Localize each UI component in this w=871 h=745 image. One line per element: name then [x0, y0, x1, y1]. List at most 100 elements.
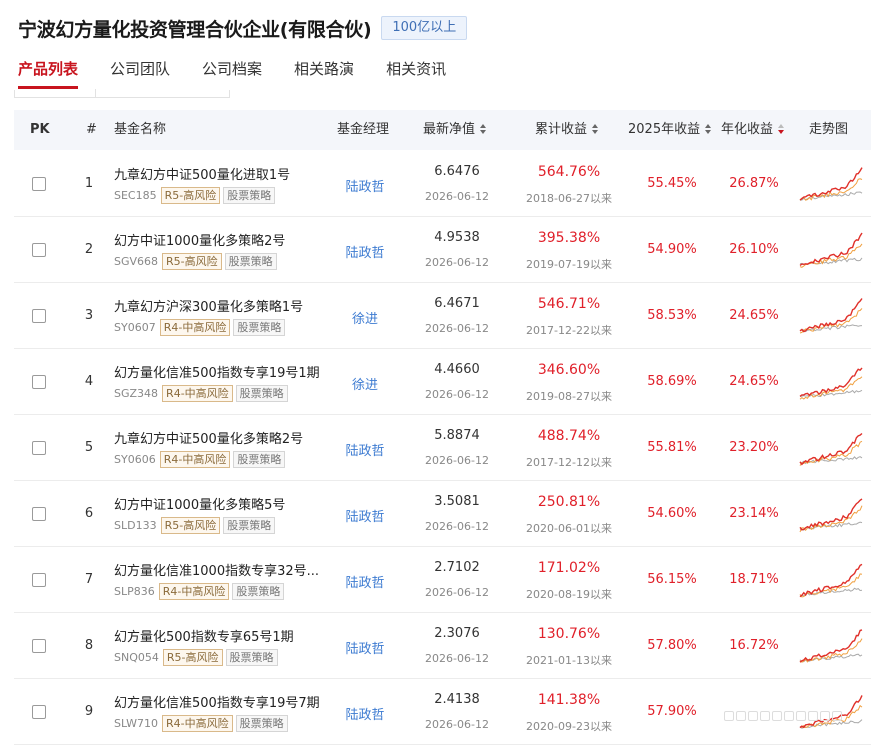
- compare-checkbox[interactable]: [32, 177, 46, 191]
- trend-sparkline[interactable]: [798, 291, 864, 335]
- fund-manager-link[interactable]: 陆政哲: [334, 176, 396, 195]
- compare-checkbox[interactable]: [32, 243, 46, 257]
- fund-name-link[interactable]: 幻方量化500指数专享65号1期: [114, 626, 294, 645]
- row-index: 6: [84, 506, 94, 521]
- table-row[interactable]: 8 幻方量化500指数专享65号1期 SNQ054 R5-高风险 股票策略 陆政哲 2.30…: [14, 613, 871, 679]
- trend-sparkline[interactable]: [798, 687, 864, 731]
- trend-sparkline[interactable]: [798, 423, 864, 467]
- compare-checkbox[interactable]: [32, 705, 46, 719]
- column-header-nav[interactable]: 最新净值: [423, 110, 487, 150]
- annualized-return: 23.14%: [729, 506, 779, 521]
- fund-manager-link[interactable]: 徐进: [334, 374, 396, 393]
- column-header-ytd-label: 2025年收益: [628, 122, 701, 137]
- column-header-annualized[interactable]: 年化收益: [721, 110, 785, 150]
- latest-nav: 6.4671: [434, 296, 480, 311]
- strategy-badge: 股票策略: [235, 385, 288, 402]
- risk-level-badge: R4-中高风险: [159, 319, 231, 336]
- strategy-badge: 股票策略: [232, 583, 285, 600]
- company-title: 宁波幻方量化投资管理合伙企业(有限合伙): [18, 18, 372, 41]
- compare-checkbox[interactable]: [32, 639, 46, 653]
- fund-code: SLP836: [114, 585, 155, 598]
- row-index: 9: [84, 704, 94, 719]
- index-line: [799, 573, 863, 598]
- since-date: 2020-09-23以来: [526, 720, 612, 733]
- column-header-pk: PK: [30, 122, 50, 137]
- table-row[interactable]: 5 九章幻方中证500量化多策略2号 SY0606 R4-中高风险 股票策略 陆政哲 5.8…: [14, 415, 871, 481]
- fund-tags: SLW710 R4-中高风险 股票策略: [114, 715, 288, 732]
- fund-name-link[interactable]: 九章幻方中证500量化多策略2号: [114, 428, 303, 447]
- fund-nav-line: [799, 232, 863, 266]
- fund-name-link[interactable]: 幻方量化信准500指数专享19号1期: [114, 362, 320, 381]
- cumulative-return: 130.76%: [537, 626, 601, 642]
- since-date: 2018-06-27以来: [526, 192, 612, 205]
- fund-manager-link[interactable]: 陆政哲: [334, 638, 396, 657]
- fund-manager-link[interactable]: 陆政哲: [334, 440, 396, 459]
- tab-news[interactable]: 相关资讯: [386, 56, 446, 92]
- fund-name-link[interactable]: 九章幻方中证500量化进取1号: [114, 164, 290, 183]
- compare-checkbox[interactable]: [32, 573, 46, 587]
- fund-manager-link[interactable]: 陆政哲: [334, 506, 396, 525]
- row-index: 5: [84, 440, 94, 455]
- fund-name-link[interactable]: 幻方量化信准1000指数专享32号...: [114, 560, 319, 579]
- since-date: 2020-08-19以来: [526, 588, 612, 601]
- tab-company-profile[interactable]: 公司档案: [202, 56, 262, 92]
- tab-roadshows[interactable]: 相关路演: [294, 56, 354, 92]
- fund-tags: SGV668 R5-高风险 股票策略: [114, 253, 277, 270]
- fund-code: SEC185: [114, 189, 157, 202]
- strategy-badge: 股票策略: [225, 649, 278, 666]
- risk-level-badge: R5-高风险: [162, 649, 223, 666]
- risk-level-badge: R4-中高风险: [161, 715, 233, 732]
- fund-manager-link[interactable]: 徐进: [334, 308, 396, 327]
- compare-checkbox[interactable]: [32, 507, 46, 521]
- trend-sparkline[interactable]: [798, 489, 864, 533]
- trend-sparkline[interactable]: [798, 555, 864, 599]
- watermark-placeholder: [724, 711, 844, 721]
- benchmark-line: [799, 521, 863, 531]
- ytd-return: 55.81%: [647, 440, 697, 455]
- fund-manager-link[interactable]: 陆政哲: [334, 572, 396, 591]
- risk-level-badge: R4-中高风险: [162, 385, 233, 402]
- index-line: [799, 308, 863, 334]
- tab-bar: 产品列表 公司团队 公司档案 相关路演 相关资讯: [18, 56, 478, 92]
- table-row[interactable]: 4 幻方量化信准500指数专享19号1期 SGZ348 R4-中高风险 股票策略 徐进 4.…: [14, 349, 871, 415]
- row-index: 8: [84, 638, 94, 653]
- fund-name-link[interactable]: 幻方中证1000量化多策略5号: [114, 494, 285, 513]
- ytd-return: 58.69%: [647, 374, 697, 389]
- since-date: 2021-01-13以来: [526, 654, 612, 667]
- column-header-cumulative[interactable]: 累计收益: [535, 110, 599, 150]
- annualized-return: 18.71%: [729, 572, 779, 587]
- nav-date: 2026-06-12: [425, 652, 489, 665]
- latest-nav: 4.9538: [434, 230, 480, 245]
- fund-name-link[interactable]: 幻方中证1000量化多策略2号: [114, 230, 285, 249]
- table-row[interactable]: 1 九章幻方中证500量化进取1号 SEC185 R5-高风险 股票策略 陆政哲 6.647…: [14, 151, 871, 217]
- latest-nav: 2.3076: [434, 626, 480, 641]
- table-row[interactable]: 7 幻方量化信准1000指数专享32号... SLP836 R4-中高风险 股票策略 陆政…: [14, 547, 871, 613]
- compare-checkbox[interactable]: [32, 441, 46, 455]
- compare-checkbox[interactable]: [32, 309, 46, 323]
- row-index: 7: [84, 572, 94, 587]
- table-row[interactable]: 6 幻方中证1000量化多策略5号 SLD133 R5-高风险 股票策略 陆政哲 3.508…: [14, 481, 871, 547]
- fund-code: SLD133: [114, 519, 157, 532]
- trend-sparkline[interactable]: [798, 357, 864, 401]
- annualized-return: 24.65%: [729, 308, 779, 323]
- fund-name-link[interactable]: 九章幻方沪深300量化多策略1号: [114, 296, 303, 315]
- aum-size-badge: 100亿以上: [381, 16, 468, 40]
- strategy-badge: 股票策略: [235, 715, 288, 732]
- since-date: 2020-06-01以来: [526, 522, 612, 535]
- cumulative-return: 141.38%: [537, 692, 601, 708]
- trend-sparkline[interactable]: [798, 225, 864, 269]
- compare-checkbox[interactable]: [32, 375, 46, 389]
- tab-product-list[interactable]: 产品列表: [18, 56, 79, 92]
- table-row[interactable]: 2 幻方中证1000量化多策略2号 SGV668 R5-高风险 股票策略 陆政哲 4.953…: [14, 217, 871, 283]
- fund-manager-link[interactable]: 陆政哲: [334, 704, 396, 723]
- fund-nav-line: [799, 298, 863, 333]
- trend-sparkline[interactable]: [798, 159, 864, 203]
- fund-name-link[interactable]: 幻方量化信准500指数专享19号7期: [114, 692, 320, 711]
- fund-manager-link[interactable]: 陆政哲: [334, 242, 396, 261]
- ytd-return: 55.45%: [647, 176, 697, 191]
- page-header: 宁波幻方量化投资管理合伙企业(有限合伙) 100亿以上: [18, 12, 468, 44]
- column-header-ytd[interactable]: 2025年收益: [628, 110, 712, 150]
- trend-sparkline[interactable]: [798, 621, 864, 665]
- tab-company-team[interactable]: 公司团队: [110, 56, 170, 92]
- table-row[interactable]: 3 九章幻方沪深300量化多策略1号 SY0607 R4-中高风险 股票策略 徐进 6.46…: [14, 283, 871, 349]
